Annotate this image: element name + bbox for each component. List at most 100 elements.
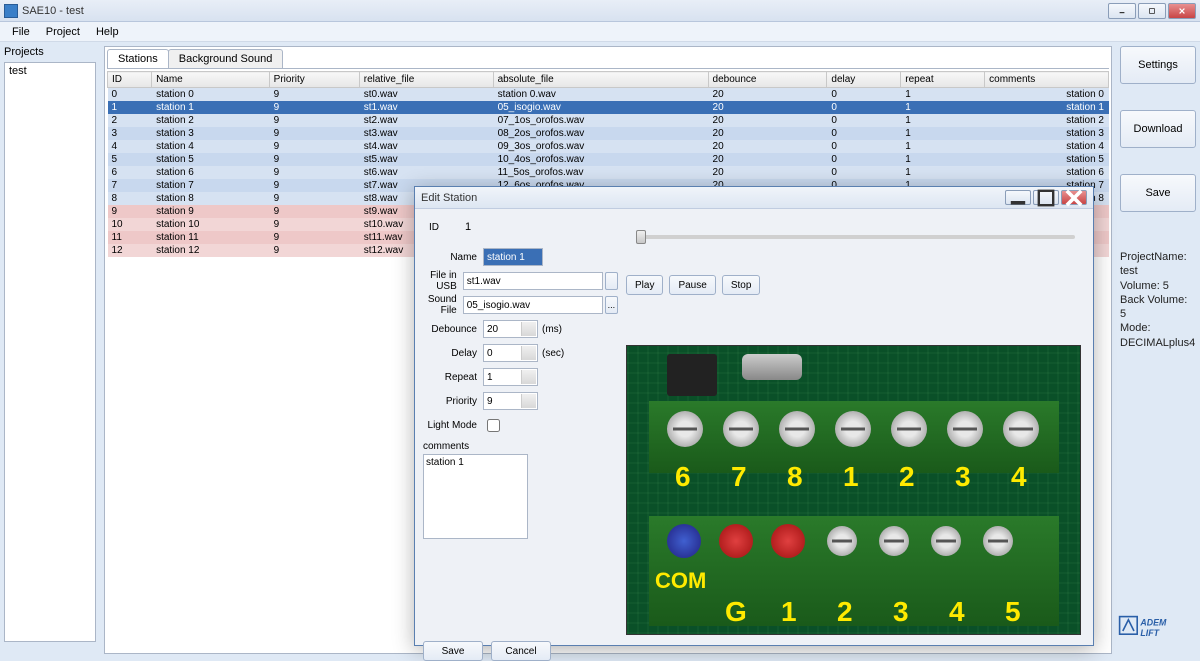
adem-lift-logo: ADEM LIFT bbox=[1118, 612, 1190, 642]
pcb-com-label: COM bbox=[655, 568, 706, 594]
save-button[interactable]: Save bbox=[1120, 174, 1196, 212]
dialog-title: Edit Station bbox=[421, 192, 1005, 204]
dialog-maximize-button[interactable] bbox=[1033, 190, 1059, 205]
table-row[interactable]: 5station 59st5.wav10_4os_orofos.wav2001s… bbox=[108, 153, 1109, 166]
position-slider[interactable] bbox=[636, 235, 1075, 239]
debounce-input[interactable]: 20 bbox=[483, 320, 538, 338]
close-button[interactable] bbox=[1168, 3, 1196, 19]
cell: 9 bbox=[269, 140, 359, 153]
pcb-top-label: 2 bbox=[899, 461, 915, 493]
cell: station 0 bbox=[152, 88, 270, 102]
maximize-button[interactable] bbox=[1138, 3, 1166, 19]
info-projectname: ProjectName: test bbox=[1120, 250, 1196, 279]
comments-textarea[interactable]: station 1 bbox=[423, 454, 528, 539]
cell: station 7 bbox=[152, 179, 270, 192]
dialog-close-button[interactable] bbox=[1061, 190, 1087, 205]
window-title: SAE10 - test bbox=[22, 5, 1108, 17]
name-label: Name bbox=[423, 252, 483, 263]
pcb-bottom-label: 4 bbox=[949, 596, 965, 628]
id-label: ID bbox=[423, 222, 451, 233]
sound-file-input[interactable] bbox=[463, 296, 603, 314]
pause-button[interactable]: Pause bbox=[669, 275, 715, 295]
cell: st0.wav bbox=[359, 88, 493, 102]
table-row[interactable]: 3station 39st3.wav08_2os_orofos.wav2001s… bbox=[108, 127, 1109, 140]
cell: station 12 bbox=[152, 244, 270, 257]
terminal-screw bbox=[779, 411, 815, 447]
col-repeat[interactable]: repeat bbox=[901, 72, 985, 88]
cell: 2 bbox=[108, 114, 152, 127]
cell: 9 bbox=[269, 88, 359, 102]
cell: station 5 bbox=[985, 153, 1109, 166]
terminal-screw bbox=[1003, 411, 1039, 447]
debounce-label: Debounce bbox=[423, 324, 483, 335]
projects-list[interactable]: test bbox=[4, 62, 96, 642]
table-row[interactable]: 1station 19st1.wav05_isogio.wav2001stati… bbox=[108, 101, 1109, 114]
dialog-minimize-button[interactable] bbox=[1005, 190, 1031, 205]
table-row[interactable]: 2station 29st2.wav07_1os_orofos.wav2001s… bbox=[108, 114, 1109, 127]
comments-label: comments bbox=[423, 441, 618, 452]
cell: station 10 bbox=[152, 218, 270, 231]
pcb-bottom-label: 5 bbox=[1005, 596, 1021, 628]
repeat-label: Repeat bbox=[423, 372, 483, 383]
file-usb-input[interactable] bbox=[463, 272, 603, 290]
col-delay[interactable]: delay bbox=[827, 72, 901, 88]
cell: 11 bbox=[108, 231, 152, 244]
col-id[interactable]: ID bbox=[108, 72, 152, 88]
minimize-button[interactable] bbox=[1108, 3, 1136, 19]
projects-label: Projects bbox=[4, 46, 96, 58]
repeat-input[interactable]: 1 bbox=[483, 368, 538, 386]
cell: 20 bbox=[708, 127, 827, 140]
col-debounce[interactable]: debounce bbox=[708, 72, 827, 88]
cell: 09_3os_orofos.wav bbox=[493, 140, 708, 153]
cell: station 0 bbox=[985, 88, 1109, 102]
cell: st4.wav bbox=[359, 140, 493, 153]
col-priority[interactable]: Priority bbox=[269, 72, 359, 88]
pcb-bottom-label: 2 bbox=[837, 596, 853, 628]
cell: 10_4os_orofos.wav bbox=[493, 153, 708, 166]
stop-button[interactable]: Stop bbox=[722, 275, 761, 295]
dialog-save-button[interactable]: Save bbox=[423, 641, 483, 661]
sound-file-browse-button[interactable]: ... bbox=[605, 296, 618, 314]
dialog-cancel-button[interactable]: Cancel bbox=[491, 641, 551, 661]
cell: st1.wav bbox=[359, 101, 493, 114]
download-button[interactable]: Download bbox=[1120, 110, 1196, 148]
id-value: 1 bbox=[451, 221, 471, 233]
cell: 1 bbox=[901, 153, 985, 166]
menu-file[interactable]: File bbox=[4, 24, 38, 40]
pcb-bottom-label: 1 bbox=[781, 596, 797, 628]
dialog-titlebar[interactable]: Edit Station bbox=[415, 187, 1093, 209]
pcb-top-label: 8 bbox=[787, 461, 803, 493]
menu-project[interactable]: Project bbox=[38, 24, 88, 40]
cell: station 1 bbox=[152, 101, 270, 114]
file-usb-browse-button[interactable] bbox=[605, 272, 618, 290]
delay-input[interactable]: 0 bbox=[483, 344, 538, 362]
cell: 11_5os_orofos.wav bbox=[493, 166, 708, 179]
table-row[interactable]: 0station 09st0.wavstation 0.wav2001stati… bbox=[108, 88, 1109, 102]
settings-button[interactable]: Settings bbox=[1120, 46, 1196, 84]
menu-help[interactable]: Help bbox=[88, 24, 127, 40]
play-button[interactable]: Play bbox=[626, 275, 663, 295]
cell: 0 bbox=[827, 166, 901, 179]
table-row[interactable]: 6station 69st6.wav11_5os_orofos.wav2001s… bbox=[108, 166, 1109, 179]
light-mode-checkbox[interactable] bbox=[487, 419, 500, 432]
cell: 10 bbox=[108, 218, 152, 231]
col-name[interactable]: Name bbox=[152, 72, 270, 88]
terminal-screw bbox=[983, 526, 1013, 556]
pcb-diagram: 6781234 COM G12345 bbox=[626, 345, 1081, 635]
cell: station 0.wav bbox=[493, 88, 708, 102]
tab-background-sound[interactable]: Background Sound bbox=[168, 49, 284, 68]
name-input[interactable] bbox=[483, 248, 543, 266]
cell: 20 bbox=[708, 140, 827, 153]
col-comments[interactable]: comments bbox=[985, 72, 1109, 88]
cell: 9 bbox=[269, 114, 359, 127]
delay-unit: (sec) bbox=[542, 348, 564, 359]
cell: 9 bbox=[108, 205, 152, 218]
terminal-screw bbox=[835, 411, 871, 447]
project-item[interactable]: test bbox=[5, 63, 95, 79]
table-row[interactable]: 4station 49st4.wav09_3os_orofos.wav2001s… bbox=[108, 140, 1109, 153]
col-relative[interactable]: relative_file bbox=[359, 72, 493, 88]
cell: station 4 bbox=[152, 140, 270, 153]
col-absolute[interactable]: absolute_file bbox=[493, 72, 708, 88]
priority-input[interactable]: 9 bbox=[483, 392, 538, 410]
tab-stations[interactable]: Stations bbox=[107, 49, 169, 68]
